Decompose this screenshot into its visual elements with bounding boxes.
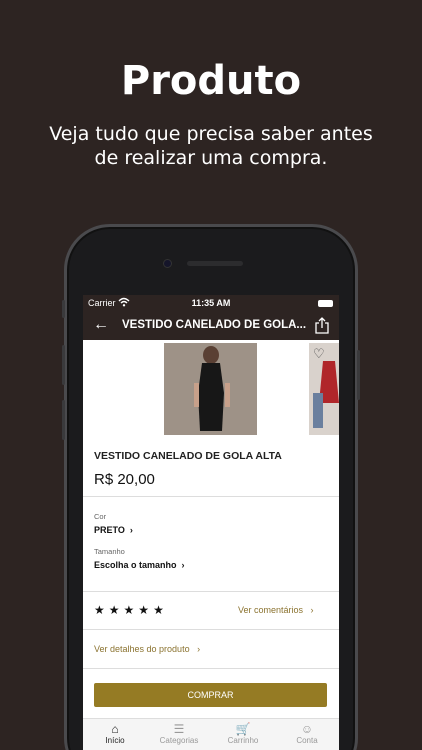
list-icon: ☰	[173, 722, 185, 736]
color-selector[interactable]: PRETO ›	[94, 525, 133, 535]
status-bar: Carrier 11:35 AM	[83, 295, 339, 312]
battery-icon	[318, 300, 333, 307]
size-label: Tamanho	[94, 547, 125, 556]
color-label: Cor	[94, 512, 107, 521]
details-link[interactable]: Ver detalhes do produto ›	[94, 644, 200, 654]
product-price: R$ 20,00	[94, 471, 155, 488]
star-icon: ★	[123, 603, 139, 617]
page-headline: Produto	[120, 58, 302, 104]
speaker-grille	[187, 261, 243, 266]
tab-home[interactable]: ⌂ Início	[83, 719, 147, 750]
tab-account[interactable]: ☺ Conta	[275, 719, 339, 750]
page-subtitle: Veja tudo que precisa saber antes de rea…	[49, 123, 373, 169]
nav-title: VESTIDO CANELADO DE GOLA...	[122, 319, 307, 331]
tab-categories[interactable]: ☰ Categorias	[147, 719, 211, 750]
favorite-heart-icon[interactable]: ♡	[313, 346, 325, 362]
comments-link[interactable]: Ver comentários ›	[238, 605, 314, 615]
volume-down-button	[62, 400, 65, 440]
star-icon: ★	[138, 603, 154, 617]
product-name: VESTIDO CANELADO DE GOLA ALTA	[94, 450, 282, 462]
chevron-right-icon: ›	[179, 560, 185, 570]
tab-home-label: Início	[105, 736, 125, 745]
app-screen: Carrier 11:35 AM ← VESTIDO CANELADO DE G…	[83, 295, 339, 750]
star-icon: ★	[153, 603, 168, 617]
volume-up-button	[62, 345, 65, 385]
color-value: PRETO	[94, 525, 125, 535]
home-icon: ⌂	[111, 722, 119, 736]
product-gallery[interactable]: ♡	[83, 340, 339, 438]
comments-link-label: Ver comentários	[238, 605, 304, 615]
details-link-label: Ver detalhes do produto	[94, 644, 190, 654]
divider	[83, 496, 339, 497]
back-arrow-icon[interactable]: ←	[93, 316, 109, 334]
size-value: Escolha o tamanho	[94, 560, 177, 570]
camera-icon	[163, 259, 172, 268]
tab-cart-label: Carrinho	[227, 736, 259, 745]
chevron-right-icon: ›	[192, 644, 201, 654]
rating-stars: ★★★★★	[94, 603, 168, 617]
cart-icon: 🛒	[235, 722, 251, 736]
tab-cart[interactable]: 🛒 Carrinho	[211, 719, 275, 750]
mute-switch	[62, 300, 65, 318]
star-icon: ★	[94, 603, 109, 617]
buy-button[interactable]: COMPRAR	[94, 683, 327, 707]
star-icon: ★	[108, 603, 124, 617]
chevron-right-icon: ›	[305, 605, 314, 615]
tab-categories-label: Categorias	[159, 736, 199, 745]
power-button	[357, 350, 360, 400]
divider	[83, 668, 339, 669]
divider	[83, 629, 339, 630]
divider	[83, 591, 339, 592]
user-icon: ☺	[300, 722, 314, 736]
size-selector[interactable]: Escolha o tamanho ›	[94, 560, 185, 570]
product-image[interactable]	[164, 343, 257, 435]
share-icon[interactable]	[315, 317, 329, 334]
chevron-right-icon: ›	[127, 525, 133, 535]
nav-bar: ← VESTIDO CANELADO DE GOLA...	[83, 312, 339, 340]
status-time: 11:35 AM	[191, 298, 231, 308]
tab-bar: ⌂ Início ☰ Categorias 🛒 Carrinho ☺ Conta	[83, 718, 339, 750]
tab-account-label: Conta	[296, 736, 318, 745]
